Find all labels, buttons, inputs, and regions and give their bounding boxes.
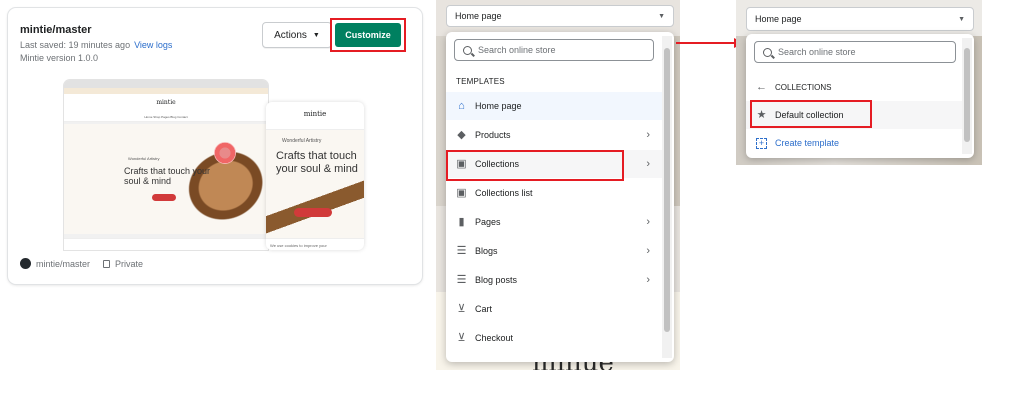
customize-button[interactable]: Customize: [335, 23, 401, 47]
template-picker-panel: minue Home page ▼ Search online store TE…: [436, 0, 680, 370]
tag-icon: ◆: [457, 128, 466, 141]
browser-chrome: [64, 80, 268, 88]
menu-item-label: Collections list: [475, 188, 533, 198]
search-placeholder: Search online store: [778, 47, 856, 57]
menu-item-pages[interactable]: ▮ Pages ›: [446, 208, 662, 236]
blog-icon: ☰: [456, 244, 467, 257]
preview-nav: Home Shop Pages Blog Contact: [64, 112, 268, 122]
search-input[interactable]: Search online store: [754, 41, 956, 63]
actions-label: Actions: [274, 29, 307, 41]
templates-heading: TEMPLATES: [456, 77, 505, 86]
caret-down-icon: ▼: [658, 12, 665, 20]
theme-card-footer: mintie/master Private: [20, 258, 143, 269]
menu-item-label: Pages: [475, 217, 501, 227]
preview-hero: Wonderful Artistry Crafts that touch you…: [64, 124, 268, 240]
menu-item-label: Products: [475, 130, 511, 140]
menu-item-collections-list[interactable]: ▣ Collections list: [446, 179, 662, 207]
menu-item-label: Blogs: [475, 246, 498, 256]
search-icon: [763, 47, 772, 57]
menu-item-checkout[interactable]: ⊻ Checkout: [446, 324, 662, 352]
chevron-right-icon: ›: [646, 245, 650, 257]
chevron-right-icon: ›: [646, 216, 650, 228]
search-placeholder: Search online store: [478, 45, 556, 55]
theme-version: Mintie version 1.0.0: [20, 53, 99, 63]
create-template-link[interactable]: + Create template: [746, 130, 962, 156]
mobile-hero-title: Crafts that touch your soul & mind: [276, 150, 358, 175]
search-icon: [463, 45, 472, 55]
github-icon: [20, 258, 31, 269]
page-select-value: Home page: [455, 11, 502, 21]
menu-item-blog-posts[interactable]: ☰ Blog posts ›: [446, 266, 662, 294]
last-saved-line: Last saved: 19 minutes ago View logs: [20, 40, 172, 50]
menu-item-products[interactable]: ◆ Products ›: [446, 121, 662, 149]
menu-item-label: Cart: [475, 304, 493, 314]
back-to-collections[interactable]: ← COLLECTIONS: [746, 74, 962, 100]
visibility-label: Private: [115, 258, 144, 269]
collections-highlight: [446, 150, 624, 181]
customize-highlight: Customize: [330, 18, 406, 52]
arrow-left-icon: ←: [756, 80, 767, 93]
collections-picker-panel: Home page ▼ Search online store ← COLLEC…: [736, 0, 982, 165]
collections-dropdown: Search online store ← COLLECTIONS ★ Defa…: [746, 34, 974, 158]
mobile-hero: Wonderful Artistry Crafts that touch you…: [266, 130, 364, 238]
last-saved-text: Last saved: 19 minutes ago: [20, 40, 131, 50]
back-label: COLLECTIONS: [775, 82, 832, 92]
dropdown-scrollbar[interactable]: [962, 38, 972, 154]
home-icon: ⌂: [458, 99, 465, 112]
mobile-header: mintie: [266, 102, 364, 130]
menu-item-blogs[interactable]: ☰ Blogs ›: [446, 237, 662, 265]
caret-down-icon: ▼: [958, 15, 965, 23]
preview-logo: mintie: [156, 99, 176, 106]
actions-button[interactable]: Actions ▼: [262, 22, 332, 48]
page-select[interactable]: Home page ▼: [446, 5, 674, 27]
mobile-hero-subtitle: Wonderful Artistry: [282, 138, 322, 144]
cart-icon: ⊻: [457, 302, 466, 315]
theme-name: mintie/master: [20, 24, 92, 36]
menu-item-home-page[interactable]: ⌂ Home page: [446, 92, 662, 120]
page-select[interactable]: Home page ▼: [746, 7, 974, 31]
chevron-right-icon: ›: [646, 129, 650, 141]
template-dropdown: Search online store TEMPLATES ⌂ Home pag…: [446, 32, 674, 362]
page-icon: ▮: [458, 215, 465, 228]
cart-icon: ⊻: [457, 331, 466, 344]
dropdown-scrollbar[interactable]: [662, 36, 672, 358]
preview-cookie-bar: [64, 238, 268, 250]
hero-subtitle: Wonderful Artistry: [128, 156, 160, 161]
plus-icon: +: [756, 137, 767, 149]
desktop-preview[interactable]: mintie Home Shop Pages Blog Contact Wond…: [64, 80, 268, 250]
mobile-cookie-bar: We use cookies to improve your: [266, 238, 364, 250]
flower-image: [214, 142, 236, 164]
scrollbar-thumb[interactable]: [964, 48, 970, 142]
menu-item-label: Create template: [775, 138, 840, 148]
page-select-value: Home page: [755, 14, 802, 24]
search-input[interactable]: Search online store: [454, 39, 654, 61]
annotation-arrow-line: [676, 42, 738, 44]
preview-header: mintie: [64, 94, 268, 112]
hero-button: [152, 194, 176, 201]
menu-item-cart[interactable]: ⊻ Cart: [446, 295, 662, 323]
mobile-hero-button: [294, 208, 332, 217]
collection-icon: ▣: [456, 186, 467, 199]
hero-title: Crafts that touch your soul & mind: [124, 166, 211, 186]
scrollbar-thumb[interactable]: [664, 48, 670, 332]
menu-item-label: Home page: [475, 101, 522, 111]
view-logs-link[interactable]: View logs: [134, 40, 172, 50]
mobile-logo: mintie: [303, 110, 327, 118]
default-collection-highlight: [750, 100, 872, 128]
mobile-preview[interactable]: mintie Wonderful Artistry Crafts that to…: [266, 102, 364, 250]
chevron-right-icon: ›: [646, 274, 650, 286]
repo-name: mintie/master: [36, 258, 91, 269]
lock-icon: [103, 259, 111, 268]
chevron-right-icon: ›: [646, 158, 650, 170]
menu-item-label: Checkout: [475, 333, 514, 343]
caret-down-icon: ▼: [312, 31, 320, 39]
blog-icon: ☰: [456, 273, 467, 286]
menu-item-label: Blog posts: [475, 275, 518, 285]
theme-card: mintie/master Last saved: 19 minutes ago…: [8, 8, 422, 284]
